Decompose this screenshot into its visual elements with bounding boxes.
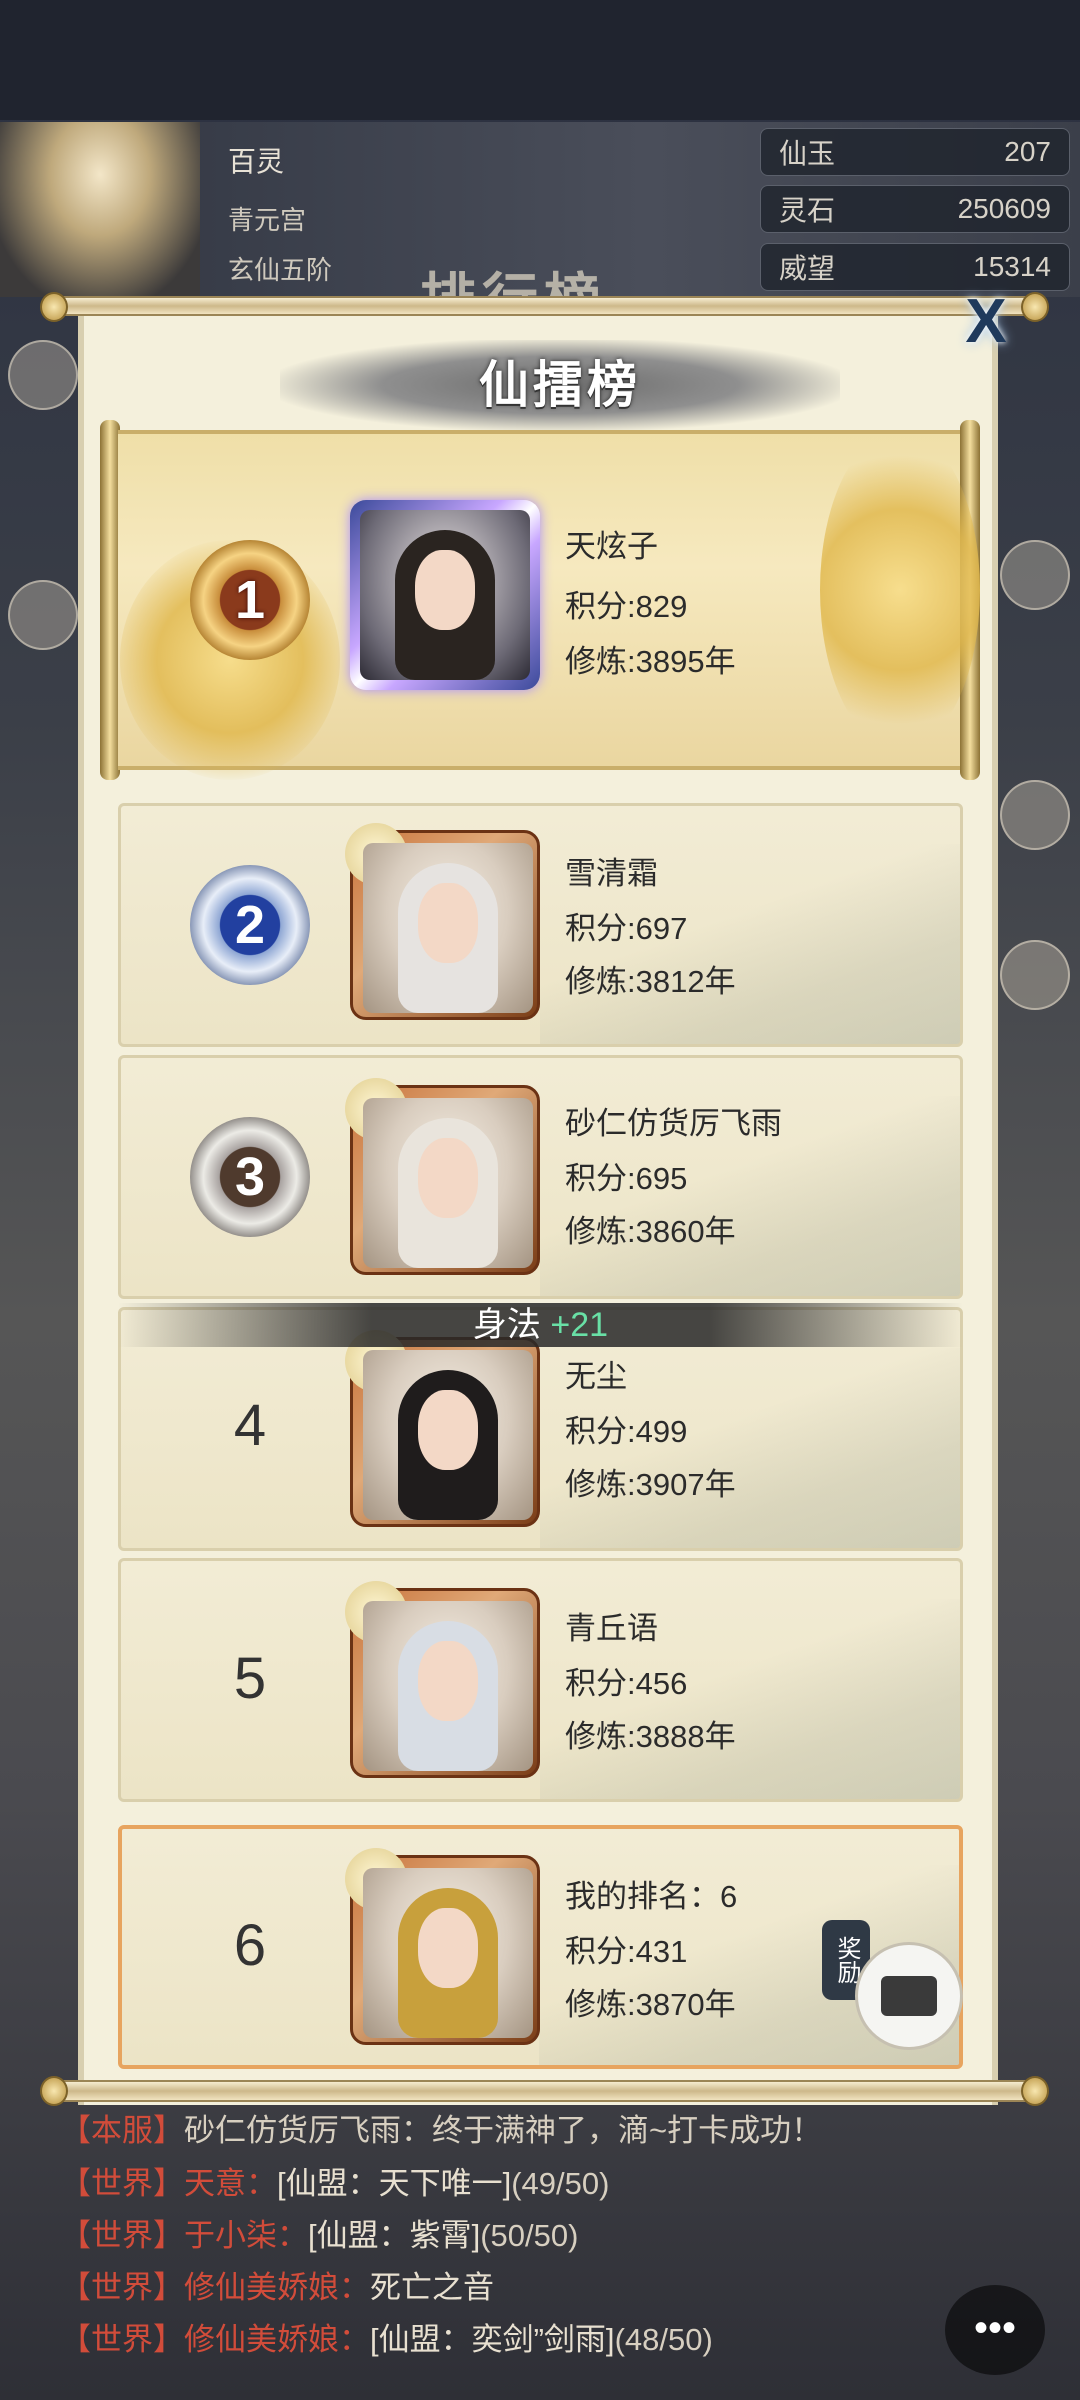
scroll-rod-top	[40, 292, 1049, 322]
rank-2-medal: 2	[190, 865, 310, 985]
top-strip	[0, 0, 1080, 120]
rank-5-number: 5	[233, 1646, 267, 1711]
rod-cap	[1021, 292, 1049, 322]
rank-2-score: 积分:697	[565, 911, 688, 946]
phoenix-decoration	[820, 430, 980, 750]
chat-line[interactable]: 【本服】砂仁仿货厉飞雨：终于满神了，滴~打卡成功！	[60, 2105, 822, 2150]
rank-4-cultivation: 修炼:3907年	[565, 1467, 736, 1502]
rank-2-avatar[interactable]	[345, 823, 540, 1020]
chat-extra: (49/50)	[511, 2166, 610, 2201]
right-menu-icon[interactable]	[1000, 780, 1070, 850]
my-cultivation: 修炼:3870年	[565, 1987, 736, 2022]
chat-sender: 修仙美娇娘：	[184, 2270, 370, 2305]
chat-text: 砂仁仿货厉飞雨：终于满神了，滴~打卡成功！	[184, 2113, 823, 2148]
chat-sender: 于小柒：	[184, 2218, 308, 2253]
resource-lingshi: 灵石 250609	[760, 185, 1070, 233]
rank-1-score: 积分:829	[565, 589, 688, 624]
right-menu-icon[interactable]	[1000, 940, 1070, 1010]
player-sect: 青元宫	[228, 205, 307, 235]
attribute-value: +21	[550, 1306, 609, 1344]
scroll-roller	[100, 420, 120, 780]
modal-title: 仙擂榜	[479, 357, 641, 413]
chat-channel: 【世界】	[60, 2270, 184, 2305]
scroll-rod-bottom	[40, 2076, 1049, 2106]
rank-1-avatar[interactable]	[350, 500, 540, 690]
my-avatar[interactable]	[345, 1848, 540, 2045]
chat-channel: 【本服】	[60, 2113, 184, 2148]
rank-3-name: 砂仁仿货厉飞雨	[565, 1106, 782, 1141]
chat-extra: (48/50)	[614, 2322, 713, 2357]
chat-guild: [仙盟：奕剑”剑雨]	[370, 2322, 615, 2357]
rank-5-cultivation: 修炼:3888年	[565, 1719, 736, 1754]
resource-label: 灵石	[779, 195, 836, 226]
chat-line[interactable]: 【世界】于小柒：[仙盟：紫霄](50/50)	[60, 2210, 578, 2255]
reward-chest-button[interactable]	[855, 1942, 963, 2050]
chat-line[interactable]: 【世界】修仙美娇娘：[仙盟：奕剑”剑雨](48/50)	[60, 2314, 713, 2359]
chat-guild: 死亡之音	[370, 2270, 494, 2305]
chest-icon	[881, 1976, 937, 2016]
resource-xianyu: 仙玉 207	[760, 128, 1070, 176]
chat-line[interactable]: 【世界】修仙美娇娘：死亡之音	[60, 2262, 494, 2307]
rank-3-cultivation: 修炼:3860年	[565, 1214, 736, 1249]
rod-cap	[40, 2076, 68, 2106]
rank-5-score: 积分:456	[565, 1666, 688, 1701]
screen: { "player": {"name": "百灵", "sect": "青元宫"…	[0, 0, 1080, 2400]
rank-4-name: 无尘	[565, 1359, 627, 1394]
chat-channel: 【世界】	[60, 2322, 184, 2357]
rank-1-name: 天炫子	[565, 529, 658, 564]
chat-line[interactable]: 【世界】天意：[仙盟：天下唯一](49/50)	[60, 2158, 609, 2203]
player-realm: 玄仙五阶	[228, 255, 333, 285]
chat-guild: [仙盟：天下唯一]	[277, 2166, 512, 2201]
attribute-label: 身法	[472, 1306, 541, 1344]
resource-label: 仙玉	[779, 138, 836, 169]
chat-sender: 天意：	[184, 2166, 277, 2201]
my-rank-label: 我的排名：6	[565, 1879, 738, 1914]
rank-3-score: 积分:695	[565, 1161, 688, 1196]
rank-1-cultivation: 修炼:3895年	[565, 644, 736, 679]
rank-3-avatar[interactable]	[345, 1078, 540, 1275]
rank-5-name: 青丘语	[565, 1611, 658, 1646]
my-score: 积分:431	[565, 1934, 688, 1969]
left-menu-icon[interactable]	[8, 340, 78, 410]
resource-value: 250609	[957, 193, 1051, 224]
resource-value: 15314	[973, 251, 1051, 282]
resource-label: 威望	[779, 253, 836, 284]
my-rank-number: 6	[233, 1913, 267, 1978]
chat-channel: 【世界】	[60, 2166, 184, 2201]
rank-4-number: 4	[233, 1393, 267, 1458]
chat-channel: 【世界】	[60, 2218, 184, 2253]
rank-3-medal: 3	[190, 1117, 310, 1237]
rod-cap	[40, 292, 68, 322]
chat-bubble-icon[interactable]: •••	[945, 2285, 1045, 2375]
right-menu-icon[interactable]	[1000, 540, 1070, 610]
rank-2-name: 雪清霜	[565, 856, 658, 891]
resource-weiwang: 威望 15314	[760, 243, 1070, 291]
attribute-gain-popup: 身法 +21	[118, 1303, 963, 1347]
rank-4-score: 积分:499	[565, 1414, 688, 1449]
rank-2-cultivation: 修炼:3812年	[565, 964, 736, 999]
player-avatar[interactable]	[0, 122, 200, 297]
left-menu-icon[interactable]	[8, 580, 78, 650]
rank-5-avatar[interactable]	[345, 1581, 540, 1778]
chat-guild: [仙盟：紫霄]	[308, 2218, 481, 2253]
rod-cap	[1021, 2076, 1049, 2106]
player-name: 百灵	[228, 146, 285, 177]
rank-1-medal: 1	[190, 540, 310, 660]
close-button[interactable]: X	[950, 290, 1022, 354]
chat-extra: (50/50)	[480, 2218, 579, 2253]
chat-sender: 修仙美娇娘：	[184, 2322, 370, 2357]
resource-value: 207	[1004, 136, 1051, 167]
rank-4-avatar[interactable]	[345, 1330, 540, 1527]
